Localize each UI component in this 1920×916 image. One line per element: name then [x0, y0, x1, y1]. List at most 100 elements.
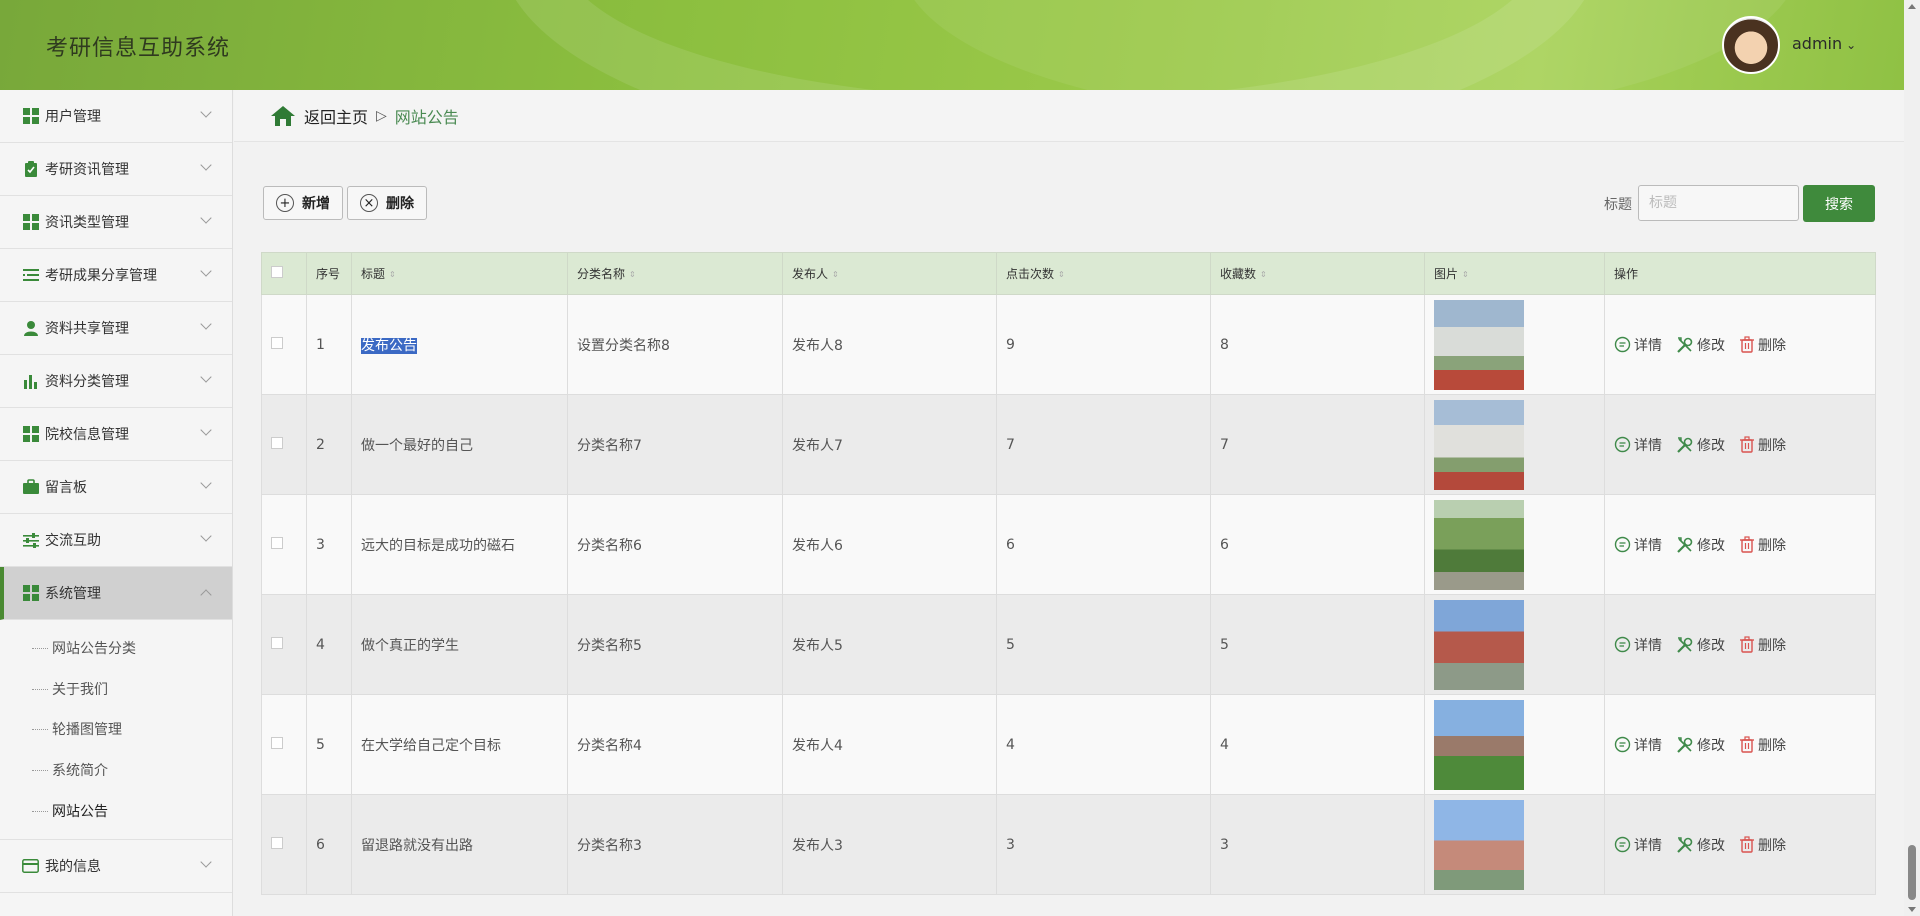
detail-button[interactable]: 详情 — [1614, 535, 1662, 555]
edit-button[interactable]: 修改 — [1676, 835, 1725, 855]
row-checkbox[interactable] — [271, 336, 283, 349]
sort-icon[interactable]: ⇕ — [629, 270, 636, 279]
chevron-down-icon — [200, 477, 212, 489]
sidebar-item-label: 资料分类管理 — [45, 374, 129, 390]
submenu-item-site-notice[interactable]: 网站公告 — [0, 790, 232, 831]
row-checkbox[interactable] — [271, 536, 283, 549]
breadcrumb-home-link[interactable]: 返回主页 — [304, 104, 368, 128]
sidebar-item-news-management[interactable]: 考研资讯管理 — [0, 143, 232, 196]
row-checkbox[interactable] — [271, 836, 283, 849]
table-row: 4 做个真正的学生 分类名称5 发布人5 5 5 详情 修改 删除 — [261, 594, 1876, 695]
search-input[interactable] — [1638, 185, 1799, 221]
sidebar-item-my-info[interactable]: 我的信息 — [0, 840, 232, 893]
sidebar-item-material-sharing[interactable]: 资料共享管理 — [0, 302, 232, 355]
row-delete-button[interactable]: 删除 — [1739, 435, 1786, 455]
user-icon — [22, 320, 39, 337]
submenu-item-system-intro[interactable]: 系统简介 — [0, 750, 232, 791]
row-actions: 详情 修改 删除 — [1614, 835, 1875, 855]
avatar[interactable] — [1722, 16, 1780, 74]
column-header[interactable]: 点击次数 ⇕ — [996, 252, 1211, 295]
user-menu[interactable]: admin ⌄ — [1792, 34, 1856, 53]
scroll-down-icon[interactable] — [1908, 907, 1916, 912]
edit-button[interactable]: 修改 — [1676, 735, 1725, 755]
edit-label: 修改 — [1697, 337, 1725, 354]
sidebar-item-system-management[interactable]: 系统管理 — [0, 567, 232, 620]
image-cell — [1424, 594, 1605, 695]
edit-button[interactable]: 修改 — [1676, 535, 1725, 555]
detail-button[interactable]: 详情 — [1614, 635, 1662, 655]
edit-button[interactable]: 修改 — [1676, 335, 1725, 355]
title-cell: 做一个最好的自己 — [351, 394, 568, 495]
sidebar-item-exchange[interactable]: 交流互助 — [0, 514, 232, 567]
favorites-cell: 6 — [1210, 494, 1425, 595]
actions-cell: 详情 修改 删除 — [1604, 694, 1876, 795]
row-delete-button[interactable]: 删除 — [1739, 535, 1786, 555]
row-delete-button[interactable]: 删除 — [1739, 335, 1786, 355]
row-delete-button[interactable]: 删除 — [1739, 735, 1786, 755]
row-select-cell[interactable] — [261, 794, 307, 895]
column-header[interactable]: 收藏数 ⇕ — [1210, 252, 1425, 295]
sort-icon[interactable]: ⇕ — [1260, 270, 1267, 279]
add-button[interactable]: + 新增 — [263, 186, 343, 220]
chevron-down-icon — [200, 424, 212, 436]
row-select-cell[interactable] — [261, 494, 307, 595]
trash-icon — [1740, 536, 1754, 553]
row-select-cell[interactable] — [261, 394, 307, 495]
scrollbar-thumb[interactable] — [1908, 845, 1916, 900]
home-icon[interactable] — [270, 105, 296, 127]
column-header[interactable]: 发布人 ⇕ — [782, 252, 997, 295]
sort-icon[interactable]: ⇕ — [1058, 270, 1065, 279]
row-delete-button[interactable]: 删除 — [1739, 635, 1786, 655]
row-select-cell[interactable] — [261, 294, 307, 395]
submenu-item-carousel[interactable]: 轮播图管理 — [0, 709, 232, 750]
search-button[interactable]: 搜索 — [1803, 185, 1875, 222]
submenu-item-notice-category[interactable]: 网站公告分类 — [0, 628, 232, 669]
campus-photo[interactable] — [1434, 499, 1524, 590]
column-header[interactable]: 分类名称 ⇕ — [567, 252, 783, 295]
chevron-down-icon — [200, 371, 212, 383]
detail-button[interactable]: 详情 — [1614, 735, 1662, 755]
sidebar-item-news-type-management[interactable]: 资讯类型管理 — [0, 196, 232, 249]
sidebar-item-label: 考研成果分享管理 — [45, 268, 157, 284]
campus-photo[interactable] — [1434, 399, 1524, 490]
sort-icon[interactable]: ⇕ — [389, 270, 396, 279]
campus-photo[interactable] — [1434, 799, 1524, 890]
campus-photo[interactable] — [1434, 699, 1524, 790]
detail-button[interactable]: 详情 — [1614, 835, 1662, 855]
sort-icon[interactable]: ⇕ — [1462, 270, 1469, 279]
category-cell: 分类名称4 — [567, 694, 783, 795]
row-delete-button[interactable]: 删除 — [1739, 835, 1786, 855]
page-scrollbar[interactable] — [1904, 0, 1920, 916]
edit-button[interactable]: 修改 — [1676, 435, 1725, 455]
campus-photo[interactable] — [1434, 599, 1524, 690]
scroll-up-icon[interactable] — [1908, 4, 1916, 9]
search-label: 标题 — [1604, 197, 1632, 213]
delete-button[interactable]: × 删除 — [347, 186, 427, 220]
grid-icon — [22, 426, 39, 443]
column-header[interactable]: 图片 ⇕ — [1424, 252, 1605, 295]
edit-button[interactable]: 修改 — [1676, 635, 1725, 655]
column-header-label: 标题 — [361, 267, 386, 281]
row-checkbox[interactable] — [271, 736, 283, 749]
row-select-cell[interactable] — [261, 594, 307, 695]
detail-button[interactable]: 详情 — [1614, 335, 1662, 355]
sidebar-item-material-category[interactable]: 资料分类管理 — [0, 355, 232, 408]
row-checkbox[interactable] — [271, 436, 283, 449]
campus-photo[interactable] — [1434, 299, 1524, 390]
sidebar-item-school-info[interactable]: 院校信息管理 — [0, 408, 232, 461]
sidebar-item-results-sharing[interactable]: 考研成果分享管理 — [0, 249, 232, 302]
row-checkbox[interactable] — [271, 636, 283, 649]
row-select-cell[interactable] — [261, 694, 307, 795]
column-header[interactable]: 标题 ⇕ — [351, 252, 568, 295]
sidebar-item-user-management[interactable]: 用户管理 — [0, 90, 232, 143]
sort-icon[interactable]: ⇕ — [832, 270, 839, 279]
sidebar-item-message-board[interactable]: 留言板 — [0, 461, 232, 514]
submenu-item-about-us[interactable]: 关于我们 — [0, 669, 232, 710]
category-cell: 分类名称5 — [567, 594, 783, 695]
actions-cell: 详情 修改 删除 — [1604, 794, 1876, 895]
select-all-cell[interactable] — [261, 252, 307, 295]
detail-button[interactable]: 详情 — [1614, 435, 1662, 455]
edit-label: 修改 — [1697, 637, 1725, 654]
select-all-checkbox[interactable] — [271, 266, 283, 278]
favorites-cell: 3 — [1210, 794, 1425, 895]
